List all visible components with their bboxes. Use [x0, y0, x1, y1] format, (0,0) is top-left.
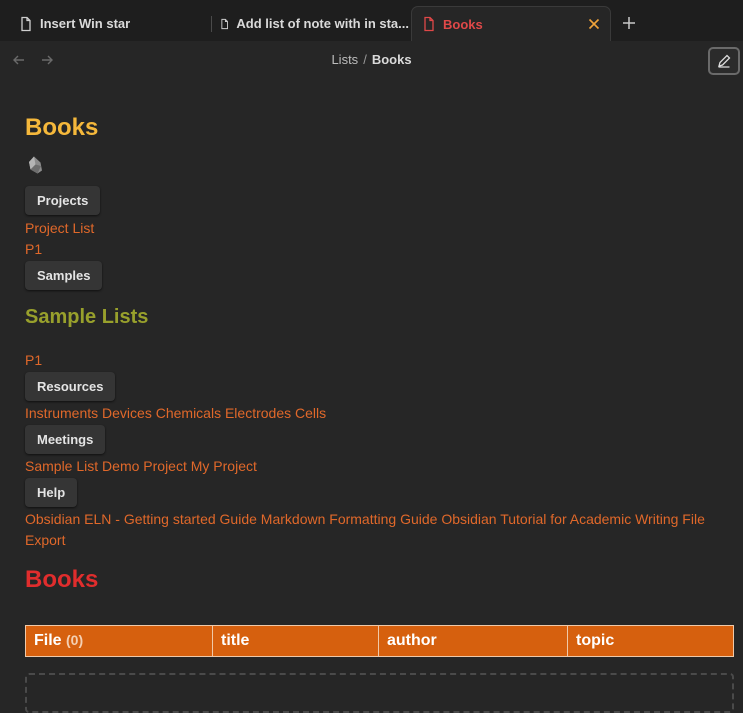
column-header-file[interactable]: File (0)	[25, 625, 213, 657]
column-label: File	[34, 632, 62, 649]
samples-button[interactable]: Samples	[25, 261, 103, 290]
close-icon[interactable]	[586, 16, 602, 32]
resources-row: Resources	[25, 372, 735, 401]
file-icon	[221, 18, 229, 29]
meetings-row: Meetings	[25, 425, 735, 454]
file-icon	[21, 16, 31, 31]
tab-label: Insert Win star	[40, 16, 131, 31]
sample-p1-link[interactable]: P1	[25, 350, 735, 371]
breadcrumb-parent[interactable]: Lists	[331, 52, 358, 67]
project-p1-link[interactable]: P1	[25, 239, 735, 260]
devices-link[interactable]: Devices	[102, 405, 152, 421]
tab-label: Books	[443, 16, 483, 32]
tab-books[interactable]: Books	[411, 6, 611, 41]
column-header-title[interactable]: title	[212, 625, 379, 657]
samples-row: Samples	[25, 261, 735, 290]
note-content: Books Projects Project List P1 Samples S…	[25, 79, 735, 713]
pencil-icon	[718, 54, 731, 68]
help-button[interactable]: Help	[25, 478, 78, 507]
tab-label: Add list of note with in sta...	[236, 16, 409, 31]
column-header-topic[interactable]: topic	[567, 625, 734, 657]
electrodes-link[interactable]: Electrodes	[225, 405, 291, 421]
breadcrumb: Lists / Books	[0, 52, 743, 67]
books-heading: Books	[25, 566, 99, 593]
chemicals-link[interactable]: Chemicals	[156, 405, 221, 421]
table-header-row: File (0) title author topic	[25, 625, 734, 657]
my-project-link[interactable]: My Project	[191, 458, 257, 474]
dataview-table: File (0) title author topic	[25, 625, 734, 657]
academic-writing-link[interactable]: Obsidian Tutorial for Academic Writing	[441, 511, 678, 527]
instruments-link[interactable]: Instruments	[25, 405, 98, 421]
new-tab-plus-icon[interactable]	[621, 15, 637, 31]
meeting-links: Sample List Demo Project My Project	[25, 456, 735, 477]
sample-list-link[interactable]: Sample List	[25, 458, 98, 474]
sample-lists-heading: Sample Lists	[25, 306, 149, 328]
cells-link[interactable]: Cells	[295, 405, 326, 421]
projects-button[interactable]: Projects	[25, 186, 101, 215]
file-icon	[424, 16, 434, 32]
getting-started-link[interactable]: Obsidian ELN - Getting started Guide	[25, 511, 257, 527]
edit-mode-button[interactable]	[708, 47, 740, 75]
tab-add-list-of-note[interactable]: Add list of note with in sta...	[219, 6, 409, 41]
resources-button[interactable]: Resources	[25, 372, 116, 401]
empty-result-box	[25, 673, 734, 713]
markdown-guide-link[interactable]: Markdown Formatting Guide	[261, 511, 438, 527]
help-row: Help	[25, 478, 735, 507]
obsidian-logo-icon	[29, 156, 42, 174]
help-links: Obsidian ELN - Getting started Guide Mar…	[25, 509, 735, 551]
breadcrumb-current[interactable]: Books	[372, 52, 412, 67]
demo-project-link[interactable]: Demo Project	[102, 458, 187, 474]
view-header: Lists / Books	[0, 41, 743, 79]
tab-separator	[211, 16, 212, 32]
resource-links: Instruments Devices Chemicals Electrodes…	[25, 403, 735, 424]
page-title: Books	[25, 114, 99, 141]
projects-row: Projects	[25, 186, 735, 215]
tab-bar: Insert Win star Add list of note with in…	[0, 6, 743, 41]
column-header-author[interactable]: author	[378, 625, 568, 657]
project-list-link[interactable]: Project List	[25, 218, 735, 239]
file-count: (0)	[66, 632, 84, 648]
tab-insert-win-star[interactable]: Insert Win star	[18, 6, 208, 41]
breadcrumb-separator: /	[363, 52, 367, 67]
logo-row	[25, 149, 735, 180]
meetings-button[interactable]: Meetings	[25, 425, 106, 454]
